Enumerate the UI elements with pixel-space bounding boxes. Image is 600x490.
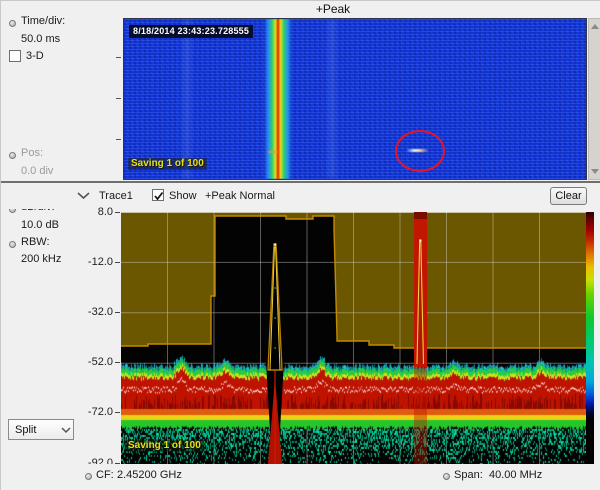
db-div-value[interactable]: 10.0 dB: [21, 219, 59, 231]
amplitude-tick-label: 8.0: [59, 206, 113, 218]
transient-annotation-ellipse: [395, 130, 445, 172]
time-div-label: Time/div:: [21, 15, 65, 27]
split-dropdown-value: Split: [15, 424, 59, 436]
clear-button-label: Clear: [555, 190, 581, 202]
clear-button[interactable]: Clear: [550, 187, 587, 205]
noise-streak: [328, 19, 336, 179]
trace-name-label[interactable]: Trace1: [99, 190, 133, 202]
split-dropdown[interactable]: Split: [8, 419, 74, 440]
cf-value[interactable]: 2.45200 GHz: [117, 469, 182, 481]
amplitude-tick-label: -52.0: [59, 356, 113, 368]
page-title: +Peak: [123, 2, 543, 16]
threed-label: 3-D: [26, 50, 44, 62]
spectrogram-saving-status: Saving 1 of 100: [128, 158, 207, 170]
show-checkbox[interactable]: [152, 189, 164, 201]
span-label: Span:: [454, 469, 483, 481]
spectrum-saving-status: Saving 1 of 100: [125, 440, 204, 452]
time-div-bullet-icon: [9, 20, 16, 27]
rbw-bullet-icon: [9, 241, 16, 248]
span-value[interactable]: 40.00 MHz: [489, 469, 542, 481]
pos-label: Pos:: [21, 147, 43, 159]
amplitude-tick-label: -72.0: [59, 406, 113, 418]
time-div-value[interactable]: 50.0 ms: [21, 33, 60, 45]
amplitude-tick-mark: [115, 312, 120, 313]
cf-label: CF:: [96, 469, 114, 481]
time-div-tick: [116, 139, 121, 140]
spectrogram-display[interactable]: 8/18/2014 23:43:23.728555 Saving 1 of 10…: [123, 18, 587, 180]
rbw-label: RBW:: [21, 236, 50, 248]
threed-checkbox[interactable]: [9, 50, 21, 62]
app-window: Time/div: 50.0 ms 3-D Pos: 0.0 div dB/di…: [0, 0, 600, 490]
checkmark-icon: [153, 190, 165, 202]
scroll-down-icon[interactable]: [591, 169, 599, 174]
show-label: Show: [169, 190, 197, 202]
amplitude-tick-label: -32.0: [59, 306, 113, 318]
amplitude-tick-mark: [115, 362, 120, 363]
amplitude-tick-mark: [115, 412, 120, 413]
trace-mode-label[interactable]: +Peak Normal: [205, 190, 275, 202]
spectrum-trace-layer: [121, 212, 594, 464]
rbw-value[interactable]: 200 kHz: [21, 253, 61, 265]
signal-stripe: [264, 19, 292, 179]
spectrum-display[interactable]: Saving 1 of 100: [121, 212, 594, 464]
span-bullet-icon: [443, 473, 450, 480]
amplitude-tick-mark: [115, 212, 120, 213]
time-div-tick: [116, 98, 121, 99]
transient-signal-mark: [268, 151, 278, 153]
cf-bullet-icon: [85, 473, 92, 480]
pos-bullet-icon: [9, 152, 16, 159]
time-div-tick: [116, 57, 121, 58]
trace-collapse-chevron-icon[interactable]: [77, 192, 91, 200]
chevron-down-icon: [59, 419, 73, 440]
scroll-up-icon[interactable]: [591, 24, 599, 29]
status-bar: CF: 2.45200 GHz Span: 40.00 MHz: [1, 464, 600, 490]
noise-streak: [183, 19, 191, 179]
pos-value: 0.0 div: [21, 165, 53, 177]
spectrogram-scrollbar[interactable]: [588, 18, 600, 180]
amplitude-tick-mark: [115, 262, 120, 263]
spectrogram-timestamp: 8/18/2014 23:43:23.728555: [129, 25, 253, 38]
amplitude-tick-label: -12.0: [59, 256, 113, 268]
